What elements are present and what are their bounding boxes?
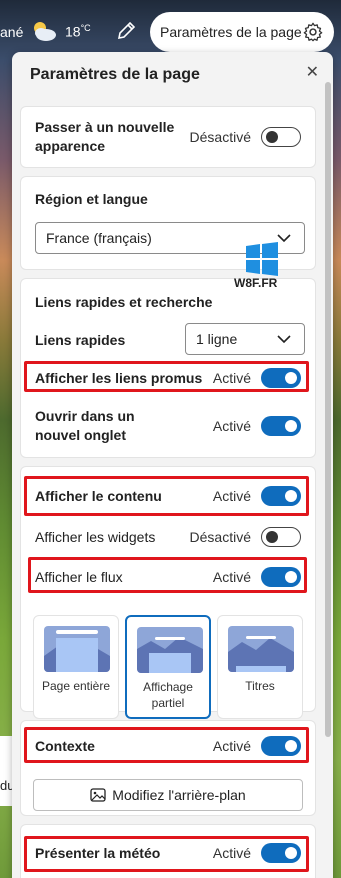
promoted-links-label: Afficher les liens promus <box>35 369 203 386</box>
layout-full-page[interactable]: Page entière <box>33 615 119 719</box>
context-card: Contexte Activé Modifiez l'arrière-plan <box>20 720 316 816</box>
region-select-value: France (français) <box>46 230 152 246</box>
show-content-state: Activé <box>212 488 251 504</box>
context-toggle[interactable] <box>261 736 301 756</box>
content-card: Afficher le contenu Activé Afficher les … <box>20 466 316 719</box>
feed-toggle[interactable] <box>261 567 301 587</box>
layout-partial-preview-icon <box>137 627 203 673</box>
layout-full-page-label: Page entière <box>41 679 111 693</box>
w8f-watermark: W8F.FR <box>234 240 294 300</box>
feed-state: Activé <box>212 569 251 585</box>
layout-options: Page entière Affichage partiel Titres <box>33 615 303 719</box>
new-tab-toggle[interactable] <box>261 416 301 436</box>
new-look-state: Désactivé <box>189 129 251 145</box>
new-tab-state: Activé <box>212 418 251 434</box>
chevron-down-icon <box>277 335 291 344</box>
page-settings-label: Paramètres de la page <box>160 24 302 40</box>
weather-condition-text: ané <box>0 24 24 40</box>
pencil-icon[interactable] <box>115 20 137 42</box>
quick-links-heading: Liens rapides et recherche <box>35 294 213 310</box>
scrollbar-thumb[interactable] <box>325 82 331 737</box>
quick-links-select-value: 1 ligne <box>196 331 238 347</box>
widgets-state: Désactivé <box>189 529 251 545</box>
feed-label: Afficher le flux <box>35 568 123 585</box>
weather-state: Activé <box>212 845 251 861</box>
gear-icon <box>303 22 323 42</box>
temperature[interactable]: 18°C <box>65 23 91 40</box>
layout-headings-preview-icon <box>228 626 294 672</box>
new-tab-label: Ouvrir dans un nouvel onglet <box>35 408 135 443</box>
layout-partial-label: Affichage partiel <box>143 680 193 710</box>
top-bar: ané 18°C Paramètres de la page <box>0 0 341 56</box>
layout-full-page-preview-icon <box>44 626 110 672</box>
layout-headings-label: Titres <box>245 679 275 693</box>
layout-headings[interactable]: Titres <box>217 615 303 719</box>
show-content-label: Afficher le contenu <box>35 487 162 504</box>
promoted-links-state: Activé <box>212 370 251 386</box>
new-look-card: Passer à un nouvelle apparence Désactivé <box>20 106 316 168</box>
change-background-button[interactable]: Modifiez l'arrière-plan <box>33 779 303 811</box>
panel-title: Paramètres de la page <box>30 66 200 83</box>
quick-links-select[interactable]: 1 ligne <box>185 323 305 355</box>
windows-logo-icon <box>246 242 278 276</box>
scrollbar[interactable] <box>325 82 331 762</box>
show-content-toggle[interactable] <box>261 486 301 506</box>
context-label: Contexte <box>35 737 95 754</box>
image-icon <box>90 788 106 802</box>
page-settings-button[interactable]: Paramètres de la page <box>150 12 334 52</box>
weather-card: Présenter la météo Activé <box>20 824 316 878</box>
change-background-label: Modifiez l'arrière-plan <box>112 787 246 803</box>
background-page-strip: du <box>0 736 14 806</box>
quick-links-card: Liens rapides et recherche Liens rapides… <box>20 278 316 458</box>
partly-cloudy-icon <box>34 22 56 41</box>
watermark-text: W8F.FR <box>234 276 278 290</box>
region-heading: Région et langue <box>35 191 148 207</box>
widgets-toggle[interactable] <box>261 527 301 547</box>
widgets-label: Afficher les widgets <box>35 528 156 545</box>
close-icon[interactable]: ✕ <box>306 62 319 82</box>
context-state: Activé <box>212 738 251 754</box>
quick-links-label: Liens rapides <box>35 332 126 348</box>
promoted-links-toggle[interactable] <box>261 368 301 388</box>
weather-label: Présenter la météo <box>35 844 161 861</box>
new-look-label: Passer à un nouvelle apparence <box>35 119 175 154</box>
layout-partial[interactable]: Affichage partiel <box>125 615 211 719</box>
weather-toggle[interactable] <box>261 843 301 863</box>
page-settings-panel: Paramètres de la page ✕ Passer à un nouv… <box>12 52 333 878</box>
new-look-toggle[interactable] <box>261 127 301 147</box>
